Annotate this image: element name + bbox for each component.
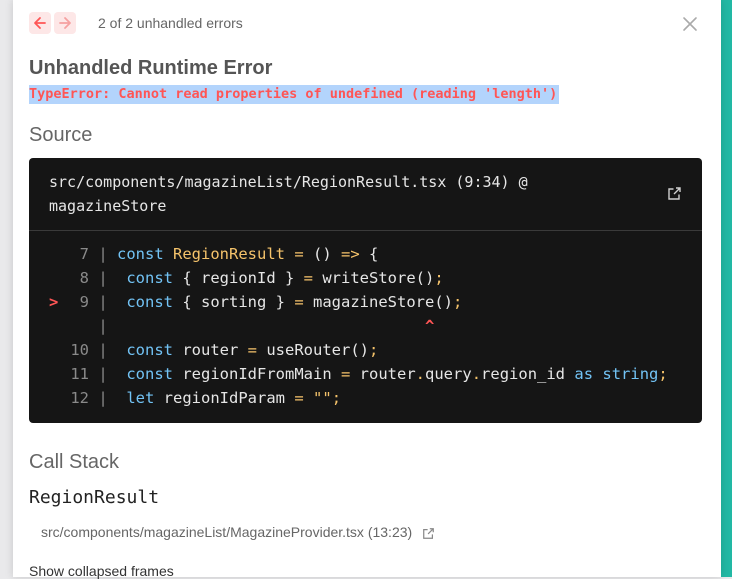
line-number: 9 — [79, 293, 89, 311]
stack-frame-file-path: src/components/magazineList/MagazineProv… — [41, 524, 413, 540]
source-function: magazineStore — [49, 197, 167, 215]
stack-frame-file[interactable]: src/components/magazineList/MagazineProv… — [41, 524, 435, 540]
code-line: 7 | const RegionResult = () => { — [49, 242, 699, 266]
next-error-button[interactable] — [54, 12, 76, 34]
code-text: const { sorting } = magazineStore(); — [126, 293, 463, 311]
code-line: 10 | const router = useRouter(); — [49, 338, 699, 362]
close-icon — [683, 17, 697, 31]
code-text: const RegionResult = () => { — [117, 245, 379, 263]
line-number: 8 — [79, 269, 89, 287]
code-text: const router = useRouter(); — [126, 341, 379, 359]
error-title: Unhandled Runtime Error — [29, 57, 273, 79]
code-lines: 7 | const RegionResult = () => {8 | cons… — [49, 242, 699, 410]
source-file-path: src/components/magazineList/RegionResult… — [49, 173, 528, 191]
source-code-frame: src/components/magazineList/RegionResult… — [29, 158, 702, 423]
code-line: 8 | const { regionId } = writeStore(); — [49, 266, 699, 290]
code-text: let regionIdParam = ""; — [126, 389, 342, 407]
error-count: 2 of 2 unhandled errors — [98, 15, 243, 31]
error-overlay-dialog: 2 of 2 unhandled errors Unhandled Runtim… — [13, 0, 721, 579]
line-number: 10 — [70, 341, 89, 359]
stack-frame-function: RegionResult — [29, 487, 160, 508]
source-heading: Source — [29, 124, 93, 146]
code-line: | ^ — [89, 317, 435, 335]
line-number: 11 — [70, 365, 89, 383]
code-line: 11 | const regionIdFromMain = router.que… — [49, 362, 699, 386]
arrow-right-icon — [59, 17, 71, 29]
code-line: >9 | const { sorting } = magazineStore()… — [49, 290, 699, 314]
external-link-icon[interactable] — [667, 186, 682, 201]
code-divider — [29, 230, 702, 231]
code-text: const { regionId } = writeStore(); — [126, 269, 444, 287]
previous-error-button[interactable] — [29, 12, 51, 34]
code-line: 12 | let regionIdParam = ""; — [49, 386, 699, 410]
line-number: 12 — [70, 389, 89, 407]
close-button[interactable] — [681, 15, 699, 33]
error-line-marker: > — [49, 293, 59, 311]
code-text: ^ — [117, 317, 435, 335]
code-text: const regionIdFromMain = router.query.re… — [126, 365, 668, 383]
call-stack-heading: Call Stack — [29, 451, 120, 473]
source-file-link[interactable]: src/components/magazineList/RegionResult… — [49, 170, 609, 218]
line-number: 7 — [79, 245, 89, 263]
external-link-icon[interactable] — [422, 527, 435, 540]
arrow-left-icon — [34, 17, 46, 29]
accent-bar — [721, 0, 732, 577]
error-message: TypeError: Cannot read properties of und… — [29, 85, 560, 104]
